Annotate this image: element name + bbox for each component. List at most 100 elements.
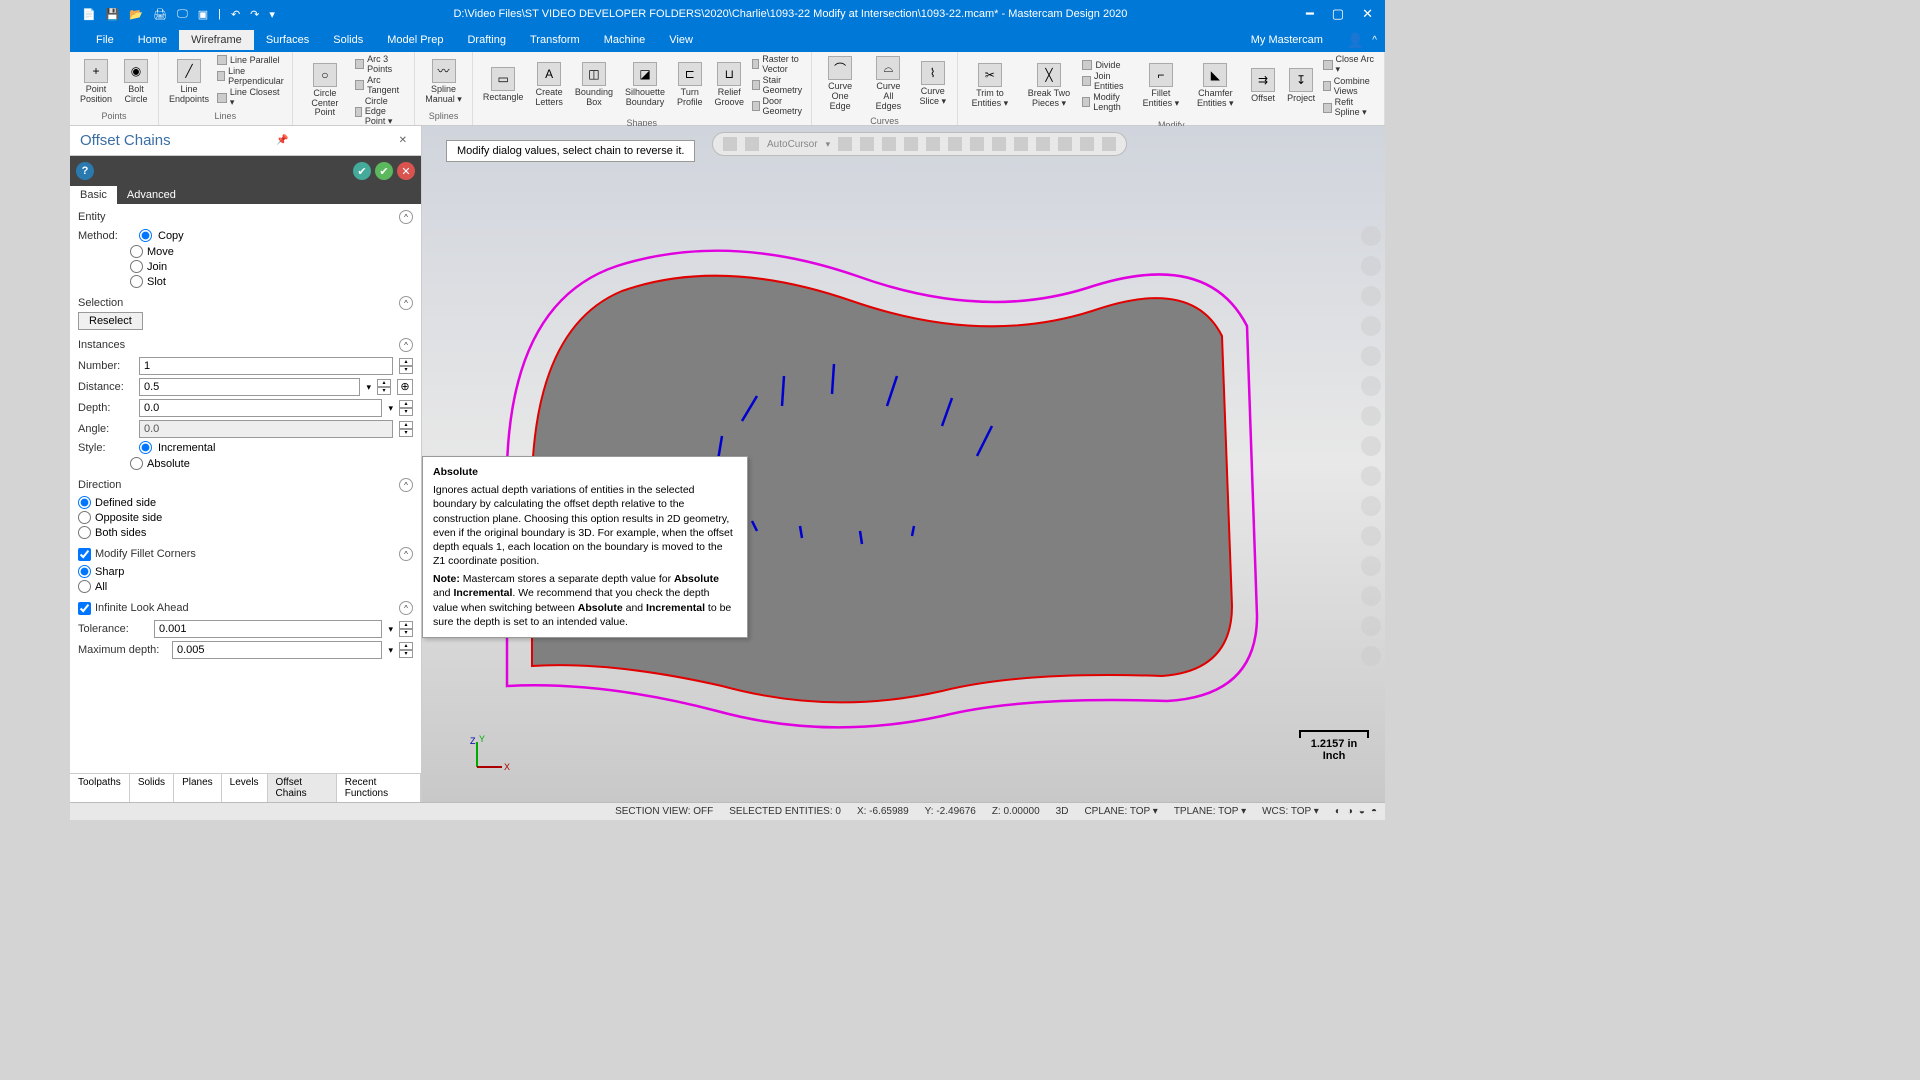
rt-gview-icon[interactable] xyxy=(1361,466,1381,486)
bottom-tab-solids[interactable]: Solids xyxy=(130,774,174,802)
reselect-button[interactable]: Reselect xyxy=(78,312,143,330)
distance-spinner[interactable]: ▴▾ xyxy=(377,379,391,395)
status-tplane[interactable]: TPLANE: TOP ▾ xyxy=(1174,806,1246,817)
panel-close-icon[interactable]: ✕ xyxy=(395,135,411,146)
print-icon[interactable]: 🖨 xyxy=(153,8,167,21)
tab-advanced[interactable]: Advanced xyxy=(117,186,186,204)
rectangle-button[interactable]: ▭Rectangle xyxy=(479,65,528,105)
bottom-tab-recent[interactable]: Recent Functions xyxy=(337,774,421,802)
menu-wireframe[interactable]: Wireframe xyxy=(179,30,254,50)
menu-solids[interactable]: Solids xyxy=(321,30,375,50)
depth-dropdown-icon[interactable]: ▾ xyxy=(388,403,393,414)
rt-undo-icon[interactable] xyxy=(1361,616,1381,636)
relief-groove-button[interactable]: ⊔Relief Groove xyxy=(711,60,749,110)
pin-icon[interactable]: 📌 xyxy=(272,135,292,146)
status-cplane[interactable]: CPLANE: TOP ▾ xyxy=(1084,806,1157,817)
tab-basic[interactable]: Basic xyxy=(70,186,117,204)
help-icon[interactable]: ? xyxy=(76,162,94,180)
curve-all-edges-button[interactable]: ⌓Curve All Edges xyxy=(867,54,910,114)
angle-spinner[interactable]: ▴▾ xyxy=(399,421,413,437)
radio-opposite-side[interactable] xyxy=(78,511,91,524)
rt-pan-icon[interactable] xyxy=(1361,316,1381,336)
refit-spline-button[interactable]: Refit Spline ▾ xyxy=(1323,97,1378,118)
trim-entities-button[interactable]: ✂Trim to Entities ▾ xyxy=(964,61,1015,111)
sb-icon-4[interactable]: ◓ xyxy=(1371,806,1377,817)
bottom-tab-planes[interactable]: Planes xyxy=(174,774,222,802)
silhouette-button[interactable]: ◪Silhouette Boundary xyxy=(621,60,669,110)
menu-file[interactable]: File xyxy=(84,30,126,50)
menu-machine[interactable]: Machine xyxy=(592,30,658,50)
join-entities-button[interactable]: Join Entities xyxy=(1082,71,1134,91)
arc-3points-button[interactable]: Arc 3 Points xyxy=(355,54,408,74)
collapse-icon[interactable]: ^ xyxy=(399,478,413,492)
viewport[interactable]: Modify dialog values, select chain to re… xyxy=(422,126,1385,802)
number-input[interactable] xyxy=(139,357,393,375)
radio-all[interactable] xyxy=(78,580,91,593)
circle-center-button[interactable]: ○Circle Center Point xyxy=(299,61,352,121)
ok-check-icon[interactable]: ✔ xyxy=(375,162,393,180)
line-parallel-button[interactable]: Line Parallel xyxy=(217,55,286,65)
raster-vector-button[interactable]: Raster to Vector xyxy=(752,54,805,74)
line-closest-button[interactable]: Line Closest ▾ xyxy=(217,87,286,108)
cancel-x-icon[interactable]: ✕ xyxy=(397,162,415,180)
screenshot-icon[interactable]: 🖵 xyxy=(177,8,188,21)
create-letters-button[interactable]: ACreate Letters xyxy=(531,60,567,110)
maximize-icon[interactable]: ▢ xyxy=(1332,6,1344,22)
ribbon-collapse-icon[interactable]: ^ xyxy=(1372,35,1377,46)
new-icon[interactable]: 📄 xyxy=(82,8,96,21)
sb-icon-2[interactable]: ◑ xyxy=(1347,806,1353,817)
rt-fit-icon[interactable] xyxy=(1361,256,1381,276)
menu-view[interactable]: View xyxy=(657,30,705,50)
md-spinner[interactable]: ▴▾ xyxy=(399,642,413,658)
rt-save-icon[interactable] xyxy=(1361,526,1381,546)
save-icon[interactable]: 💾 xyxy=(106,8,120,21)
tolerance-input[interactable] xyxy=(154,620,382,638)
tol-spinner[interactable]: ▴▾ xyxy=(399,621,413,637)
stair-geom-button[interactable]: Stair Geometry xyxy=(752,75,805,95)
sb-icon-3[interactable]: ◒ xyxy=(1359,806,1365,817)
rt-copy-icon[interactable] xyxy=(1361,556,1381,576)
radio-sharp[interactable] xyxy=(78,565,91,578)
menu-model-prep[interactable]: Model Prep xyxy=(375,30,455,50)
combine-views-button[interactable]: Combine Views xyxy=(1323,76,1378,96)
rt-window-icon[interactable] xyxy=(1361,346,1381,366)
status-section-view[interactable]: SECTION VIEW: OFF xyxy=(615,806,713,817)
section-selection[interactable]: Selection^ xyxy=(78,294,413,312)
app-icon[interactable]: ▣ xyxy=(198,8,208,21)
my-mastercam-link[interactable]: My Mastercam xyxy=(1251,34,1323,46)
circle-edge-button[interactable]: Circle Edge Point ▾ xyxy=(355,96,408,127)
point-position-button[interactable]: +Point Position xyxy=(76,57,116,107)
distance-lock-icon[interactable]: ⊕ xyxy=(397,379,413,395)
section-fillet[interactable]: Modify Fillet Corners^ xyxy=(78,545,413,563)
maxdepth-input[interactable] xyxy=(172,641,382,659)
project-button[interactable]: ↧Project xyxy=(1283,66,1319,106)
bottom-tab-levels[interactable]: Levels xyxy=(222,774,268,802)
break-two-button[interactable]: ╳Break Two Pieces ▾ xyxy=(1019,61,1078,111)
distance-dropdown-icon[interactable]: ▾ xyxy=(366,382,371,393)
line-endpoints-button[interactable]: ╱Line Endpoints xyxy=(165,57,213,107)
check-fillet-corners[interactable] xyxy=(78,548,91,561)
distance-input[interactable] xyxy=(139,378,360,396)
rt-zoom-icon[interactable] xyxy=(1361,226,1381,246)
close-icon[interactable]: ✕ xyxy=(1362,6,1373,22)
radio-join[interactable] xyxy=(130,260,143,273)
divide-button[interactable]: Divide xyxy=(1082,60,1134,70)
check-look-ahead[interactable] xyxy=(78,602,91,615)
collapse-icon[interactable]: ^ xyxy=(399,296,413,310)
radio-absolute[interactable] xyxy=(130,457,143,470)
turn-profile-button[interactable]: ⊏Turn Profile xyxy=(673,60,707,110)
rt-display-icon[interactable] xyxy=(1361,376,1381,396)
curve-one-edge-button[interactable]: ⌒Curve One Edge xyxy=(818,54,863,114)
redo-icon[interactable]: ↷ xyxy=(250,8,259,21)
modify-length-button[interactable]: Modify Length xyxy=(1082,92,1134,112)
line-perpendicular-button[interactable]: Line Perpendicular xyxy=(217,66,286,86)
fillet-entities-button[interactable]: ⌐Fillet Entities ▾ xyxy=(1138,61,1183,111)
radio-copy[interactable] xyxy=(139,229,152,242)
section-look-ahead[interactable]: Infinite Look Ahead^ xyxy=(78,599,413,617)
sb-icon-1[interactable]: ◐ xyxy=(1335,806,1341,817)
rt-shade-icon[interactable] xyxy=(1361,406,1381,426)
door-geom-button[interactable]: Door Geometry xyxy=(752,96,805,116)
rt-named-icon[interactable] xyxy=(1361,496,1381,516)
section-entity[interactable]: Entity^ xyxy=(78,208,413,226)
rt-wire-icon[interactable] xyxy=(1361,436,1381,456)
